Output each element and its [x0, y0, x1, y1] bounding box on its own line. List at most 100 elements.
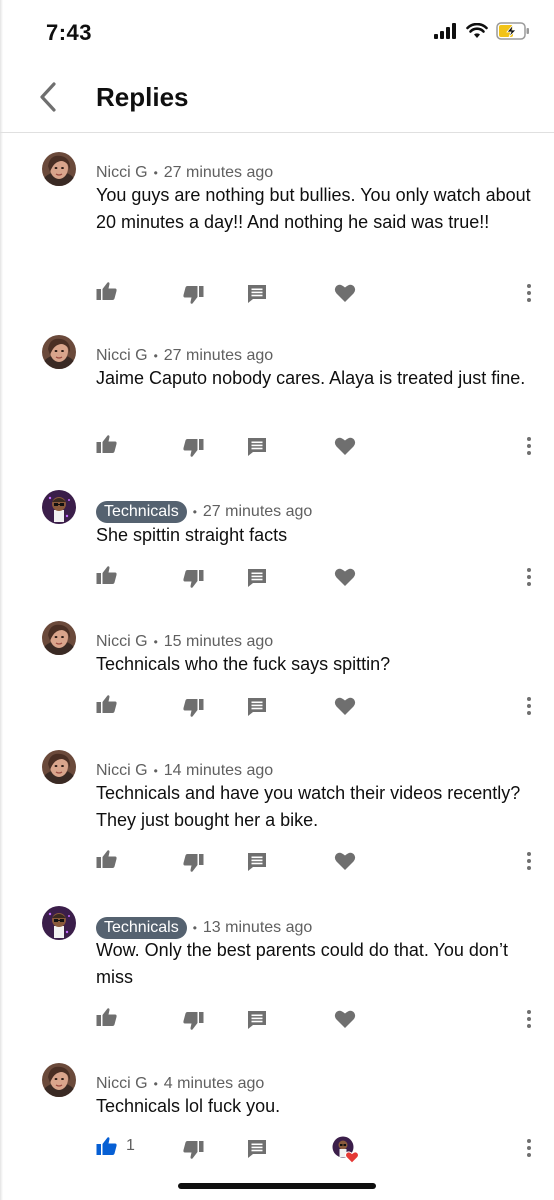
more-options-button[interactable]	[526, 567, 532, 587]
dislike-button[interactable]	[182, 285, 204, 305]
dislike-button[interactable]	[182, 569, 204, 589]
comment-timestamp: 4 minutes ago	[163, 1075, 265, 1092]
reply-button[interactable]	[247, 852, 267, 872]
heart-button[interactable]	[334, 436, 356, 456]
reply-button[interactable]	[247, 1139, 267, 1159]
comment-timestamp: 14 minutes ago	[163, 762, 274, 779]
more-options-button[interactable]	[526, 283, 532, 303]
comment-actions	[0, 434, 554, 464]
comment-text: Jaime Caputo nobody cares. Alaya is trea…	[96, 368, 526, 388]
reply-icon	[248, 853, 266, 871]
comment-timestamp: 15 minutes ago	[163, 633, 274, 650]
comment-actions	[0, 1007, 554, 1037]
separator-dot: •	[153, 166, 158, 180]
separator-dot: •	[192, 505, 197, 519]
thumb-down-icon	[183, 854, 204, 872]
like-button[interactable]	[96, 1007, 118, 1027]
heart-button[interactable]	[334, 283, 356, 303]
avatar[interactable]	[42, 490, 76, 524]
comment-author[interactable]: Nicci G	[96, 347, 148, 365]
dislike-button[interactable]	[182, 698, 204, 718]
reply-icon	[248, 285, 266, 303]
avatar[interactable]	[42, 906, 76, 940]
reply-button[interactable]	[247, 568, 267, 588]
heart-button[interactable]	[334, 567, 356, 587]
heart-button[interactable]	[334, 696, 356, 716]
comment-meta: Technicals • 27 minutes ago	[96, 501, 312, 523]
replies-header: Replies	[0, 62, 554, 133]
separator-dot: •	[153, 635, 158, 649]
thumb-up-icon	[96, 435, 117, 453]
thumb-up-icon	[96, 566, 117, 584]
thumb-down-icon	[183, 570, 204, 588]
reply-button[interactable]	[247, 697, 267, 717]
like-count: 1	[126, 1137, 135, 1154]
reply-icon	[248, 1140, 266, 1158]
more-options-button[interactable]	[526, 436, 532, 456]
more-vert-icon	[527, 1139, 531, 1157]
like-button[interactable]: 1	[96, 1136, 135, 1156]
comment-author[interactable]: Nicci G	[96, 1075, 148, 1093]
heart-icon	[334, 437, 356, 455]
more-options-button[interactable]	[526, 1138, 532, 1158]
battery-charging-icon	[496, 22, 529, 40]
comment-author[interactable]: Nicci G	[96, 633, 148, 651]
thumb-down-icon	[183, 439, 204, 457]
comment-author[interactable]: Technicals	[96, 917, 187, 939]
dislike-button[interactable]	[182, 438, 204, 458]
like-button[interactable]	[96, 434, 118, 454]
reply-button[interactable]	[247, 1010, 267, 1030]
comment-actions	[0, 565, 554, 595]
like-button[interactable]	[96, 694, 118, 714]
avatar[interactable]	[42, 335, 76, 369]
comment-meta: Nicci G • 27 minutes ago	[96, 164, 273, 182]
separator-dot: •	[153, 1077, 158, 1091]
avatar[interactable]	[42, 621, 76, 655]
heart-button[interactable]	[334, 851, 356, 871]
avatar[interactable]	[42, 750, 76, 784]
dislike-button[interactable]	[182, 853, 204, 873]
like-button[interactable]	[96, 565, 118, 585]
like-button[interactable]	[96, 281, 118, 301]
woman-avatar-photo	[42, 1063, 76, 1097]
thumb-up-icon	[96, 1137, 117, 1155]
thumb-up-icon	[96, 1008, 117, 1026]
comment-actions	[0, 694, 554, 724]
comment-author[interactable]: Nicci G	[96, 762, 148, 780]
thumb-down-icon	[183, 286, 204, 304]
comment-text: She spittin straight facts	[96, 525, 288, 545]
separator-dot: •	[153, 764, 158, 778]
heart-icon	[334, 568, 356, 586]
back-chevron-icon	[40, 82, 56, 112]
more-vert-icon	[527, 852, 531, 870]
comment-meta: Nicci G • 15 minutes ago	[96, 633, 273, 651]
thumb-up-icon	[96, 282, 117, 300]
comment-text: Technicals who the fuck says spittin?	[96, 654, 391, 674]
reply-button[interactable]	[247, 284, 267, 304]
comment-meta: Nicci G • 27 minutes ago	[96, 347, 273, 365]
comment-author[interactable]: Technicals	[96, 501, 187, 523]
comment-author[interactable]: Nicci G	[96, 164, 148, 182]
heart-icon	[334, 1010, 356, 1028]
comment-timestamp: 13 minutes ago	[202, 919, 313, 936]
reply-button[interactable]	[247, 437, 267, 457]
avatar[interactable]	[42, 1063, 76, 1097]
more-options-button[interactable]	[526, 696, 532, 716]
dislike-button[interactable]	[182, 1140, 204, 1160]
woman-avatar-photo	[42, 750, 76, 784]
back-button[interactable]	[34, 80, 64, 114]
avatar[interactable]	[42, 152, 76, 186]
reply-icon	[248, 438, 266, 456]
more-options-button[interactable]	[526, 851, 532, 871]
heart-button[interactable]	[334, 1009, 356, 1029]
woman-avatar-photo	[42, 621, 76, 655]
creator-heart-badge[interactable]	[332, 1136, 360, 1164]
dislike-button[interactable]	[182, 1011, 204, 1031]
cartoon-avatar	[42, 906, 76, 940]
more-vert-icon	[527, 1010, 531, 1028]
cartoon-avatar	[42, 490, 76, 524]
comment-meta: Nicci G • 14 minutes ago	[96, 762, 273, 780]
reply-icon	[248, 698, 266, 716]
like-button[interactable]	[96, 849, 118, 869]
more-options-button[interactable]	[526, 1009, 532, 1029]
